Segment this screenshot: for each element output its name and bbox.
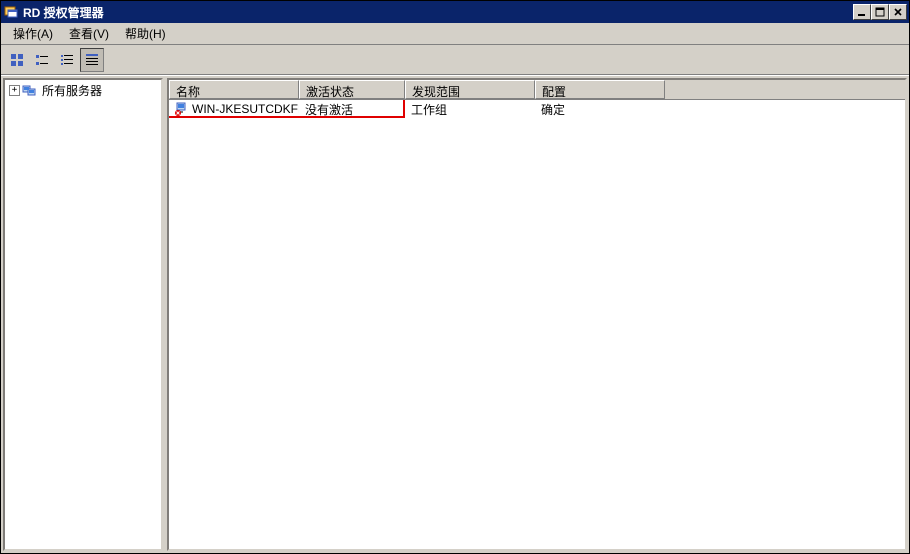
cell-config: 确定: [535, 101, 665, 118]
minimize-button[interactable]: [853, 4, 871, 20]
menu-view[interactable]: 查看(V): [61, 23, 117, 44]
app-icon: [3, 4, 19, 20]
tool-large-icons[interactable]: [5, 48, 29, 72]
tool-small-icons[interactable]: [30, 48, 54, 72]
tree-root-node[interactable]: + 所有服务器: [5, 80, 161, 101]
header-config[interactable]: 配置: [535, 80, 665, 99]
titlebar-title: RD 授权管理器: [23, 4, 853, 21]
cell-status: 没有激活: [299, 101, 405, 118]
menubar: 操作(A) 查看(V) 帮助(H): [1, 23, 909, 45]
header-name[interactable]: 名称: [169, 80, 299, 99]
app-window: RD 授权管理器 操作(A) 查看(V) 帮助(H): [0, 0, 910, 554]
list-header: 名称 激活状态 发现范围 配置: [169, 80, 905, 100]
cell-name-text: WIN-JKESUTCDKFE: [192, 102, 299, 116]
servers-icon: [22, 83, 38, 99]
maximize-button[interactable]: [871, 4, 889, 20]
header-status[interactable]: 激活状态: [299, 80, 405, 99]
cell-scope: 工作组: [405, 101, 535, 118]
tree-pane: + 所有服务器: [3, 78, 163, 551]
titlebar: RD 授权管理器: [1, 1, 909, 23]
menu-action[interactable]: 操作(A): [5, 23, 61, 44]
menu-help[interactable]: 帮助(H): [117, 23, 174, 44]
tree-root-label: 所有服务器: [40, 82, 104, 99]
server-error-icon: [175, 102, 189, 116]
toolbar: [1, 45, 909, 75]
header-scope[interactable]: 发现范围: [405, 80, 535, 99]
client-area: + 所有服务器 名称 激活状态 发现范围 配置: [1, 75, 909, 553]
list-pane: 名称 激活状态 发现范围 配置: [167, 78, 907, 551]
cell-name: WIN-JKESUTCDKFE: [169, 102, 299, 116]
tool-list[interactable]: [55, 48, 79, 72]
list-body: WIN-JKESUTCDKFE 没有激活 工作组 确定: [169, 100, 905, 549]
tool-details[interactable]: [80, 48, 104, 72]
close-button[interactable]: [889, 4, 907, 20]
titlebar-buttons: [853, 4, 907, 20]
list-row[interactable]: WIN-JKESUTCDKFE 没有激活 工作组 确定: [169, 100, 905, 118]
tree-expand-icon[interactable]: +: [9, 85, 20, 96]
